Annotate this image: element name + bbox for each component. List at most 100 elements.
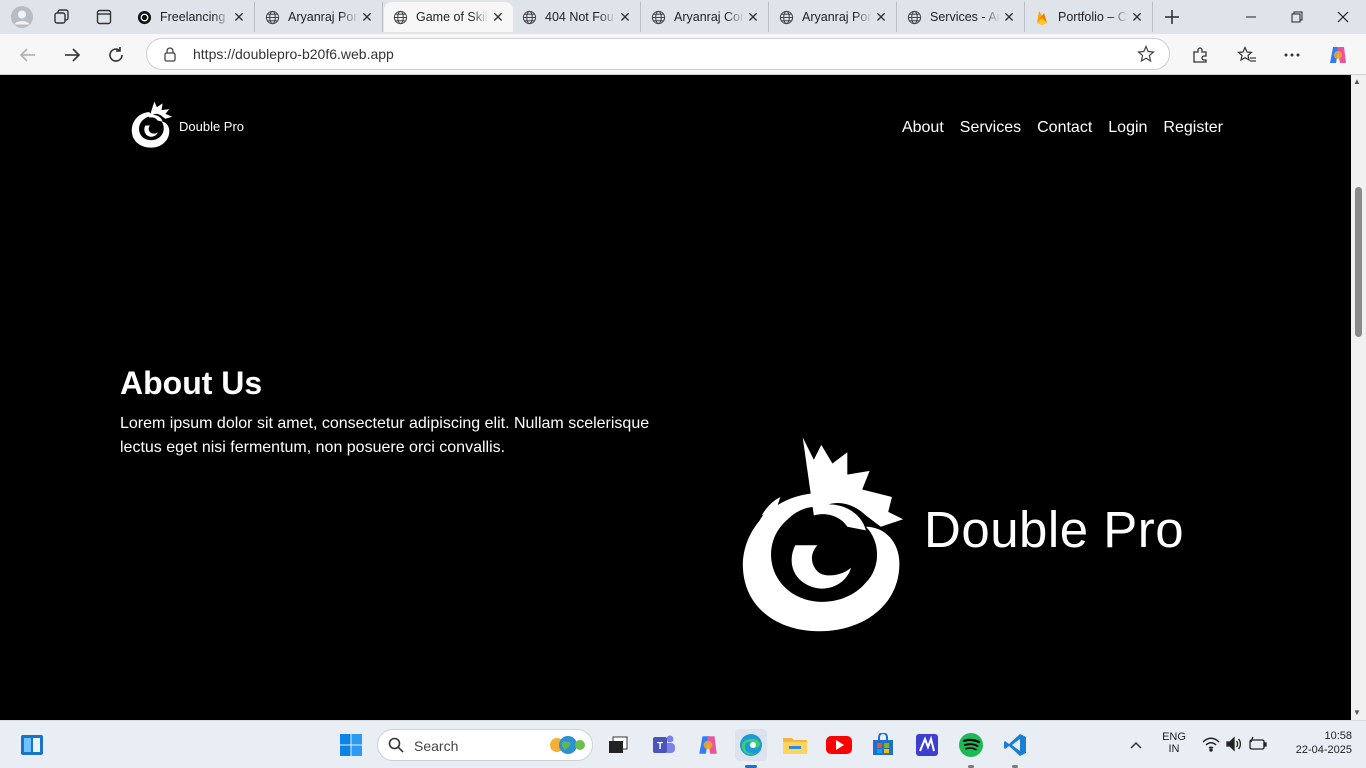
site-nav: About Services Contact Login Register	[902, 119, 1223, 137]
dragon-hero-icon	[742, 437, 904, 632]
favorite-star-icon[interactable]	[1137, 45, 1155, 68]
address-bar[interactable]: https://doublepro-b20f6.web.app	[146, 38, 1170, 70]
language-code: ENG	[1162, 731, 1186, 743]
taskbar-search-label: Search	[414, 738, 459, 754]
refresh-button[interactable]	[100, 41, 132, 69]
copilot-taskbar-icon[interactable]	[692, 729, 724, 761]
more-options-icon[interactable]	[1276, 41, 1308, 69]
browser-tab[interactable]: Portfolio – Cl ✕	[1026, 2, 1153, 32]
back-button[interactable]	[12, 41, 44, 69]
browser-tab-active[interactable]: Game of Skill ✕	[384, 2, 513, 32]
tab-close-icon[interactable]: ✕	[489, 9, 507, 26]
tab-close-icon[interactable]: ✕	[358, 9, 376, 26]
profile-icon[interactable]	[8, 4, 36, 30]
browser-tab-strip: Freelancing P ✕ Aryanraj Port ✕ Game of Skil…	[0, 0, 1366, 34]
system-tray-icons[interactable]	[1202, 736, 1268, 752]
restore-button[interactable]	[1274, 0, 1320, 34]
file-explorer-icon[interactable]	[779, 729, 811, 761]
wifi-icon	[1202, 737, 1220, 752]
editor-app-icon[interactable]	[911, 729, 943, 761]
microsoft-store-icon[interactable]	[867, 729, 899, 761]
site-brand-name: Double Pro	[179, 118, 245, 134]
youtube-icon[interactable]	[823, 729, 855, 761]
search-icon	[388, 737, 404, 758]
tab-close-icon[interactable]: ✕	[1000, 9, 1018, 26]
vscode-icon[interactable]	[999, 729, 1031, 761]
show-hidden-icons-chevron-icon[interactable]	[1120, 729, 1152, 761]
url-text[interactable]: https://doublepro-b20f6.web.app	[193, 46, 394, 62]
openai-icon	[136, 9, 152, 25]
taskbar-search[interactable]: Search	[377, 729, 593, 761]
about-heading: About Us	[120, 365, 263, 401]
site-logo[interactable]: Double Pro	[128, 97, 244, 151]
nav-services-link[interactable]: Services	[960, 119, 1021, 137]
nav-about-link[interactable]: About	[902, 119, 944, 137]
web-page: Double Pro About Services Contact Login …	[0, 75, 1351, 720]
copilot-icon[interactable]	[1322, 41, 1354, 69]
hero-brand-name: Double Pro	[924, 500, 1185, 558]
nav-contact-link[interactable]: Contact	[1037, 119, 1092, 137]
workspaces-icon[interactable]	[48, 4, 76, 30]
site-info-icon[interactable]	[163, 46, 177, 67]
browser-tab[interactable]: Freelancing P ✕	[128, 2, 255, 32]
clock-date: 22-04-2025	[1295, 744, 1352, 756]
tab-close-icon[interactable]: ✕	[744, 9, 762, 26]
tab-title: Services - Ar	[930, 10, 1000, 24]
browser-toolbar: https://doublepro-b20f6.web.app	[0, 34, 1366, 75]
volume-icon	[1226, 736, 1242, 752]
clock[interactable]: 10:58 22-04-2025	[1280, 730, 1352, 756]
dragon-logo-icon	[131, 101, 173, 148]
about-paragraph: Lorem ipsum dolor sit amet, consectetur …	[120, 415, 650, 456]
tab-title: Freelancing P	[160, 10, 230, 24]
tab-close-icon[interactable]: ✕	[1128, 9, 1146, 26]
browser-tab[interactable]: Services - Ar ✕	[898, 2, 1025, 32]
edge-taskbar-icon[interactable]	[735, 729, 767, 761]
scroll-up-arrow-icon[interactable]: ▲	[1353, 77, 1361, 86]
globe-icon	[392, 9, 408, 25]
tab-title: Aryanraj Port	[288, 10, 358, 24]
globe-icon	[264, 9, 280, 25]
minimize-button[interactable]	[1228, 0, 1274, 34]
nav-register-link[interactable]: Register	[1163, 119, 1223, 137]
tab-title: 404 Not Fou	[545, 10, 614, 24]
extensions-icon[interactable]	[1184, 41, 1216, 69]
firebase-icon	[1034, 9, 1050, 25]
tab-title: Portfolio – Cl	[1058, 10, 1128, 24]
page-scrollbar[interactable]: ▲ ▼	[1351, 75, 1366, 720]
clock-time: 10:58	[1324, 730, 1352, 742]
svg-text:T: T	[657, 741, 663, 752]
teams-icon[interactable]: T	[648, 729, 680, 761]
tab-close-icon[interactable]: ✕	[230, 9, 248, 26]
spotify-icon[interactable]	[955, 729, 987, 761]
battery-icon	[1249, 736, 1267, 750]
close-window-button[interactable]	[1320, 0, 1366, 34]
browser-tab[interactable]: 404 Not Fou ✕	[513, 2, 641, 32]
widgets-icon[interactable]	[16, 729, 48, 761]
scrollbar-thumb[interactable]	[1355, 187, 1362, 337]
tab-title: Game of Skill	[416, 10, 489, 24]
start-icon[interactable]	[335, 729, 367, 761]
scroll-down-arrow-icon[interactable]: ▼	[1353, 708, 1361, 717]
globe-icon	[650, 9, 666, 25]
region-code: IN	[1168, 743, 1180, 755]
earth-day-icon	[546, 734, 588, 761]
tab-title: Aryanraj Con	[674, 10, 744, 24]
browser-tab[interactable]: Aryanraj Port ✕	[770, 2, 897, 32]
tab-close-icon[interactable]: ✕	[616, 9, 634, 26]
windows-taskbar: Search T ENG IN 10:58 22-04-2025	[0, 720, 1366, 768]
vertical-tabs-icon[interactable]	[90, 4, 118, 30]
globe-icon	[521, 9, 537, 25]
new-tab-button[interactable]	[1158, 4, 1186, 30]
globe-icon	[906, 9, 922, 25]
globe-icon	[778, 9, 794, 25]
language-indicator[interactable]: ENG IN	[1158, 731, 1190, 755]
nav-login-link[interactable]: Login	[1108, 119, 1147, 137]
forward-button[interactable]	[56, 41, 88, 69]
tab-close-icon[interactable]: ✕	[872, 9, 890, 26]
browser-tab[interactable]: Aryanraj Port ✕	[256, 2, 383, 32]
task-view-icon[interactable]	[602, 729, 634, 761]
hero-logo: Double Pro	[732, 425, 1184, 647]
favorites-icon[interactable]	[1231, 41, 1263, 69]
browser-tab[interactable]: Aryanraj Con ✕	[642, 2, 769, 32]
tab-title: Aryanraj Port	[802, 10, 872, 24]
